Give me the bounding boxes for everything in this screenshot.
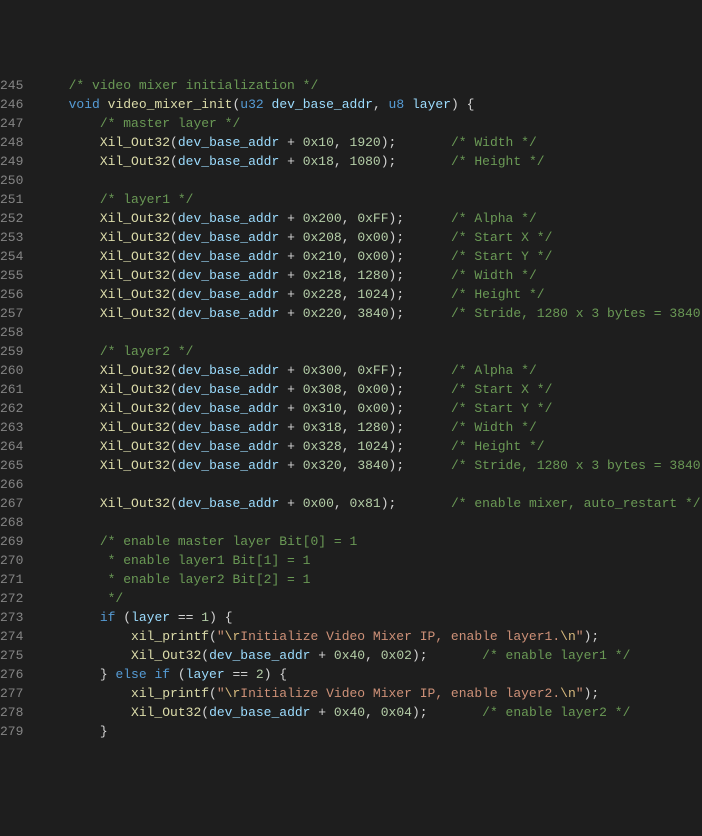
code-line[interactable]: Xil_Out32(dev_base_addr + 0x218, 1280); … (37, 266, 702, 285)
code-line[interactable]: } (37, 722, 702, 741)
code-line[interactable]: Xil_Out32(dev_base_addr + 0x10, 1920); /… (37, 133, 702, 152)
code-line[interactable] (37, 475, 702, 494)
line-number: 269 (0, 532, 23, 551)
code-editor[interactable]: 2452462472482492502512522532542552562572… (0, 76, 702, 741)
code-line[interactable]: /* master layer */ (37, 114, 702, 133)
code-line[interactable] (37, 323, 702, 342)
line-number: 245 (0, 76, 23, 95)
code-line[interactable]: Xil_Out32(dev_base_addr + 0x00, 0x81); /… (37, 494, 702, 513)
code-line[interactable]: Xil_Out32(dev_base_addr + 0x210, 0x00); … (37, 247, 702, 266)
line-number: 275 (0, 646, 23, 665)
line-number: 266 (0, 475, 23, 494)
line-number: 260 (0, 361, 23, 380)
line-number: 268 (0, 513, 23, 532)
code-line[interactable]: } else if (layer == 2) { (37, 665, 702, 684)
line-number: 278 (0, 703, 23, 722)
code-line[interactable]: Xil_Out32(dev_base_addr + 0x308, 0x00); … (37, 380, 702, 399)
code-line[interactable]: Xil_Out32(dev_base_addr + 0x200, 0xFF); … (37, 209, 702, 228)
line-number: 273 (0, 608, 23, 627)
code-line[interactable]: /* layer2 */ (37, 342, 702, 361)
code-line[interactable] (37, 171, 702, 190)
line-number: 262 (0, 399, 23, 418)
code-line[interactable]: * enable layer2 Bit[2] = 1 (37, 570, 702, 589)
line-number: 258 (0, 323, 23, 342)
line-number: 246 (0, 95, 23, 114)
line-number: 261 (0, 380, 23, 399)
line-number: 267 (0, 494, 23, 513)
line-number-gutter: 2452462472482492502512522532542552562572… (0, 76, 37, 741)
code-line[interactable]: void video_mixer_init(u32 dev_base_addr,… (37, 95, 702, 114)
line-number: 248 (0, 133, 23, 152)
line-number: 264 (0, 437, 23, 456)
line-number: 271 (0, 570, 23, 589)
line-number: 274 (0, 627, 23, 646)
code-line[interactable]: Xil_Out32(dev_base_addr + 0x40, 0x02); /… (37, 646, 702, 665)
line-number: 251 (0, 190, 23, 209)
code-line[interactable]: Xil_Out32(dev_base_addr + 0x328, 1024); … (37, 437, 702, 456)
code-line[interactable]: Xil_Out32(dev_base_addr + 0x40, 0x04); /… (37, 703, 702, 722)
code-line[interactable]: Xil_Out32(dev_base_addr + 0x320, 3840); … (37, 456, 702, 475)
line-number: 252 (0, 209, 23, 228)
code-line[interactable]: /* video mixer initialization */ (37, 76, 702, 95)
line-number: 253 (0, 228, 23, 247)
line-number: 259 (0, 342, 23, 361)
line-number: 255 (0, 266, 23, 285)
code-line[interactable]: /* layer1 */ (37, 190, 702, 209)
code-line[interactable]: xil_printf("\rInitialize Video Mixer IP,… (37, 684, 702, 703)
code-line[interactable]: Xil_Out32(dev_base_addr + 0x228, 1024); … (37, 285, 702, 304)
code-line[interactable]: Xil_Out32(dev_base_addr + 0x208, 0x00); … (37, 228, 702, 247)
line-number: 277 (0, 684, 23, 703)
line-number: 247 (0, 114, 23, 133)
line-number: 279 (0, 722, 23, 741)
line-number: 249 (0, 152, 23, 171)
line-number: 270 (0, 551, 23, 570)
line-number: 263 (0, 418, 23, 437)
code-line[interactable]: Xil_Out32(dev_base_addr + 0x18, 1080); /… (37, 152, 702, 171)
code-line[interactable]: if (layer == 1) { (37, 608, 702, 627)
line-number: 254 (0, 247, 23, 266)
code-line[interactable]: */ (37, 589, 702, 608)
code-line[interactable]: /* enable master layer Bit[0] = 1 (37, 532, 702, 551)
line-number: 276 (0, 665, 23, 684)
line-number: 256 (0, 285, 23, 304)
code-line[interactable] (37, 513, 702, 532)
code-line[interactable]: * enable layer1 Bit[1] = 1 (37, 551, 702, 570)
line-number: 257 (0, 304, 23, 323)
code-line[interactable]: Xil_Out32(dev_base_addr + 0x318, 1280); … (37, 418, 702, 437)
line-number: 272 (0, 589, 23, 608)
code-line[interactable]: xil_printf("\rInitialize Video Mixer IP,… (37, 627, 702, 646)
line-number: 250 (0, 171, 23, 190)
code-line[interactable]: Xil_Out32(dev_base_addr + 0x220, 3840); … (37, 304, 702, 323)
code-line[interactable]: Xil_Out32(dev_base_addr + 0x310, 0x00); … (37, 399, 702, 418)
line-number: 265 (0, 456, 23, 475)
code-area[interactable]: /* video mixer initialization */ void vi… (37, 76, 702, 741)
code-line[interactable]: Xil_Out32(dev_base_addr + 0x300, 0xFF); … (37, 361, 702, 380)
